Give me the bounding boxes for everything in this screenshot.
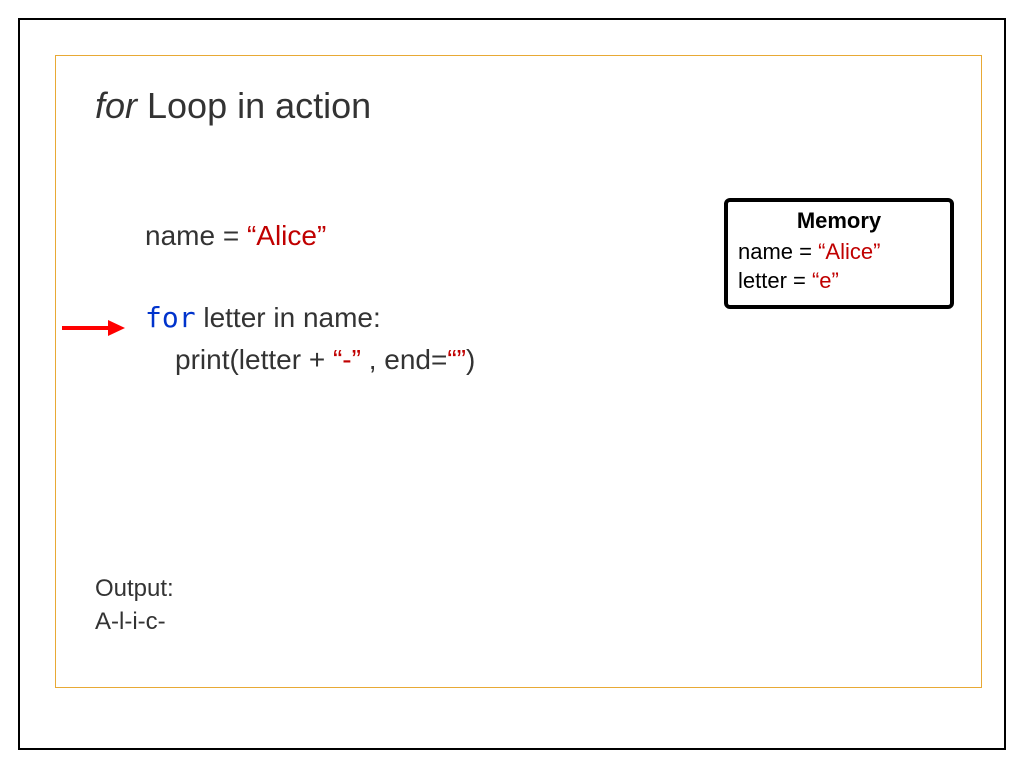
arrow-icon [60,318,125,338]
code-line3-empty: “” [447,344,466,375]
output-label: Output: [95,573,174,605]
memory-var1-value: “Alice” [818,239,880,264]
code-line1-string: “Alice” [247,220,326,251]
code-line3-mid: , end= [361,344,447,375]
title-rest: Loop in action [137,85,371,126]
title-italic: for [95,85,137,126]
memory-var2-label: letter = [738,268,812,293]
memory-var-1: name = “Alice” [738,238,940,267]
memory-var1-label: name = [738,239,818,264]
code-line3-prefix: print(letter + [175,344,333,375]
code-line-2: for letter in name: [145,297,475,339]
memory-var2-value: “e” [812,268,839,293]
code-line1-prefix: name = [145,220,247,251]
output-block: Output: A-l-i-c- [95,573,174,638]
memory-title: Memory [738,208,940,234]
code-block: name = “Alice” for letter in name: print… [145,215,475,381]
memory-box: Memory name = “Alice” letter = “e” [724,198,954,309]
memory-var-2: letter = “e” [738,267,940,296]
code-for-keyword: for [145,301,196,334]
code-line-1: name = “Alice” [145,215,475,257]
output-value: A-l-i-c- [95,606,174,638]
code-line3-dash: “-” [333,344,361,375]
code-line-3: print(letter + “-” , end=“”) [145,339,475,381]
slide-title: for Loop in action [95,85,371,127]
code-line3-suffix: ) [466,344,475,375]
code-line2-rest: letter in name: [196,302,381,333]
